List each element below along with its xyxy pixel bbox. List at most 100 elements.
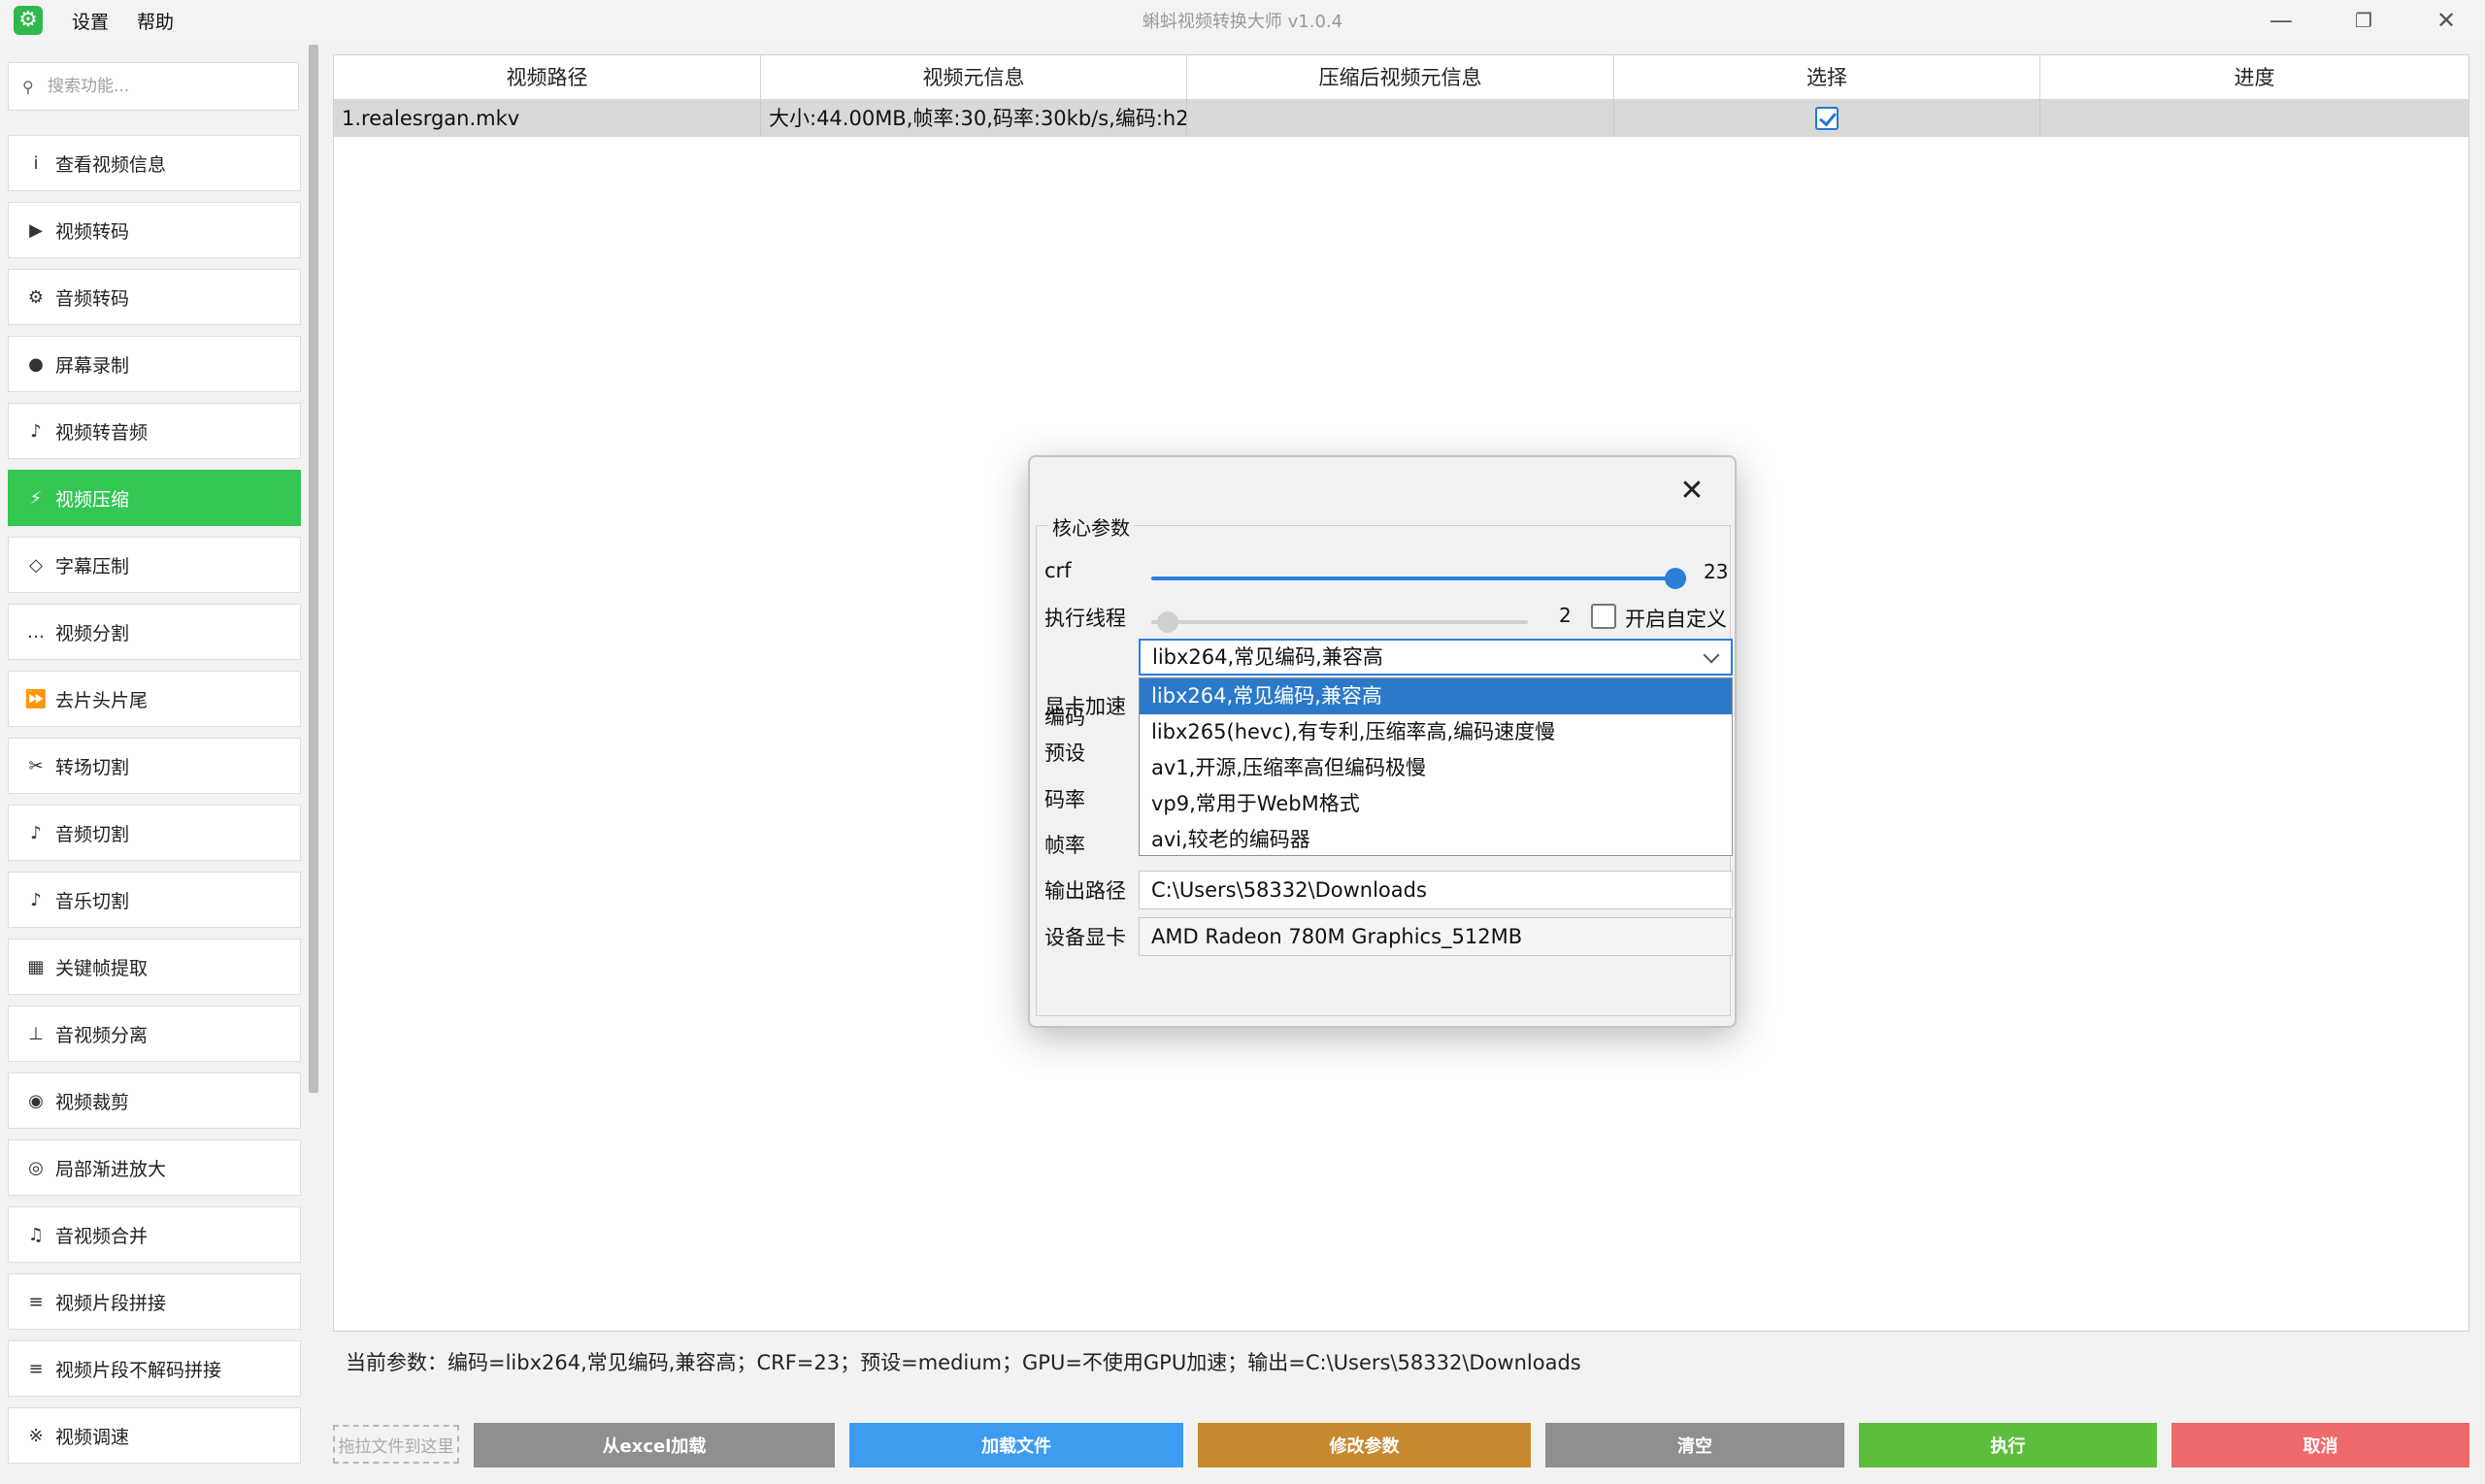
minimize-button[interactable]: — [2242,0,2320,41]
sidebar-item-label: 音频切割 [55,823,130,845]
sidebar-item-7[interactable]: … 视频分割 [8,604,301,660]
sidebar-item-label: 视频转音频 [55,421,149,444]
sidebar-item-5[interactable]: ⚡ 视频压缩 [8,470,301,526]
col-header-compressed-meta[interactable]: 压缩后视频元信息 [1187,55,1614,100]
music-note-icon: ♪ [30,822,42,843]
threads-slider-handle[interactable] [1157,611,1178,633]
sidebar-item-label: 去片头片尾 [55,689,149,711]
sidebar-item-8[interactable]: ⏩ 去片头片尾 [8,671,301,727]
sidebar-item-1[interactable]: ▶ 视频转码 [8,202,301,258]
table-row[interactable]: 1.realesrgan.mkv 大小:44.00MB,帧率:30,码率:30k… [334,100,2468,137]
search-icon: ⚲ [22,77,34,96]
codec-option-libx264[interactable]: libx264,常见编码,兼容高 [1140,678,1732,714]
music-notes-icon: ♫ [27,1224,45,1245]
sidebar-item-4[interactable]: ♪ 视频转音频 [8,403,301,459]
diamond-icon: ◇ [29,554,43,576]
cell-select [1614,100,2040,137]
sidebar-item-label: 视频压缩 [55,488,130,511]
sidebar-item-9[interactable]: ✂ 转场切割 [8,738,301,794]
restore-button[interactable]: ❐ [2325,0,2402,41]
sidebar-item-label: 视频调速 [55,1426,130,1448]
drop-zone[interactable]: 拖拉文件到这里 [333,1425,459,1464]
sidebar-item-label: 视频裁剪 [55,1091,130,1113]
sidebar-item-2[interactable]: ⚙ 音频转码 [8,269,301,325]
custom-threads-checkbox[interactable] [1591,604,1616,629]
sidebar-item-11[interactable]: ♪ 音乐切割 [8,872,301,928]
speed-icon: ※ [28,1425,44,1446]
sidebar-item-12[interactable]: ▦ 关键帧提取 [8,939,301,995]
threads-slider-track[interactable] [1151,620,1528,624]
group-title: 核心参数 [1048,512,1134,541]
cell-progress [2040,100,2468,137]
sidebar-item-label: 字幕压制 [55,555,130,577]
crf-slider-track[interactable] [1151,577,1675,580]
core-params-dialog: ✕ 核心参数 crf 23 执行线程 2 开启自定义 编码 libx264,常见… [1028,455,1737,1028]
target-icon: ◉ [28,1090,44,1111]
load-file-button[interactable]: 加载文件 [849,1423,1183,1468]
codec-option-avi[interactable]: avi,较老的编码器 [1140,822,1732,858]
col-header-meta[interactable]: 视频元信息 [761,55,1187,100]
cancel-button[interactable]: 取消 [2171,1423,2469,1468]
bitrate-label: 码率 [1044,788,1085,811]
gear-icon: ⚙ [27,286,45,308]
codec-option-libx265[interactable]: libx265(hevc),有专利,压缩率高,编码速度慢 [1140,714,1732,750]
col-header-progress[interactable]: 进度 [2040,55,2468,100]
framerate-label: 帧率 [1044,834,1085,857]
col-header-path[interactable]: 视频路径 [334,55,761,100]
fast-forward-icon: ⏩ [24,688,48,709]
preset-label: 预设 [1044,742,1085,765]
nav-list: i 查看视频信息 ▶ 视频转码 ⚙ 音频转码 ● 屏幕录制 ♪ 视频转音频 ⚡ 视频压缩 ◇ 字幕压制 … 视… [8,135,301,1474]
gpu-accel-label: 显卡加速 [1044,695,1126,718]
record-icon: ● [28,353,44,375]
clear-button[interactable]: 清空 [1545,1423,1844,1468]
close-window-button[interactable]: ✕ [2407,0,2485,41]
sidebar-item-13[interactable]: ⊥ 音视频分离 [8,1006,301,1062]
modify-params-button[interactable]: 修改参数 [1198,1423,1531,1468]
window-title: 蝌蚪视频转换大师 v1.0.4 [1142,12,1343,32]
sidebar-item-label: 音频转码 [55,287,130,310]
sidebar-item-17[interactable]: ≡ 视频片段拼接 [8,1273,301,1330]
row-select-checkbox[interactable] [1815,107,1839,130]
sidebar-item-label: 视频片段不解码拼接 [55,1359,222,1381]
device-gpu-label: 设备显卡 [1044,926,1126,949]
crf-value: 23 [1704,560,1729,583]
sidebar-item-label: 视频转码 [55,220,130,243]
play-icon: ▶ [29,219,43,241]
sidebar-item-14[interactable]: ◉ 视频裁剪 [8,1072,301,1129]
sidebar-item-10[interactable]: ♪ 音频切割 [8,805,301,861]
sidebar-item-label: 局部渐进放大 [55,1158,167,1180]
sidebar-item-16[interactable]: ♫ 音视频合并 [8,1206,301,1263]
table-header: 视频路径 视频元信息 压缩后视频元信息 选择 进度 [334,55,2468,100]
sidebar-item-label: 转场切割 [55,756,130,778]
execute-button[interactable]: 执行 [1859,1423,2157,1468]
sidebar-item-3[interactable]: ● 屏幕录制 [8,336,301,392]
list-icon: ≡ [28,1291,44,1312]
sidebar-item-label: 关键帧提取 [55,957,149,979]
load-excel-button[interactable]: 从excel加载 [474,1423,835,1468]
sidebar-item-label: 屏幕录制 [55,354,130,377]
device-gpu-field: AMD Radeon 780M Graphics_512MB [1139,917,1733,956]
codec-select[interactable]: libx264,常见编码,兼容高 [1139,639,1733,676]
dialog-close-icon[interactable]: ✕ [1673,471,1711,510]
codec-option-vp9[interactable]: vp9,常用于WebM格式 [1140,786,1732,822]
cell-path: 1.realesrgan.mkv [334,100,761,137]
sidebar-item-label: 视频片段拼接 [55,1292,167,1314]
crf-label: crf [1044,559,1072,582]
sidebar-item-15[interactable]: ◎ 局部渐进放大 [8,1139,301,1196]
sidebar-item-0[interactable]: i 查看视频信息 [8,135,301,191]
info-icon: i [33,152,39,174]
search-box: ⚲ [8,62,299,111]
core-params-group: 核心参数 crf 23 执行线程 2 开启自定义 编码 libx264,常见编码… [1036,512,1733,1016]
search-input[interactable] [48,77,290,96]
threads-label: 执行线程 [1044,607,1126,630]
col-header-select[interactable]: 选择 [1614,55,2040,100]
codec-option-av1[interactable]: av1,开源,压缩率高但编码极慢 [1140,750,1732,786]
sidebar-scrollbar[interactable] [309,45,318,1093]
sidebar-item-19[interactable]: ※ 视频调速 [8,1407,301,1464]
sidebar-item-6[interactable]: ◇ 字幕压制 [8,537,301,593]
music-note-icon: ♪ [30,420,42,442]
zoom-icon: ◎ [28,1157,44,1178]
crf-slider-handle[interactable] [1665,568,1686,589]
output-path-field[interactable]: C:\Users\58332\Downloads [1139,871,1733,909]
sidebar-item-18[interactable]: ≡ 视频片段不解码拼接 [8,1340,301,1397]
